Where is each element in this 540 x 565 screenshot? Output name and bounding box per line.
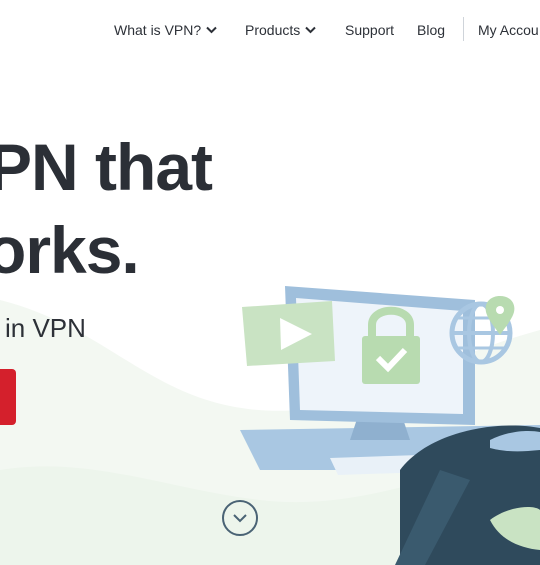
chevron-down-circle-icon[interactable]	[221, 499, 259, 537]
hero-illustration	[240, 286, 540, 565]
lock-icon	[362, 336, 420, 384]
page: What is VPN? Products Support Blog My Ac…	[0, 0, 540, 565]
